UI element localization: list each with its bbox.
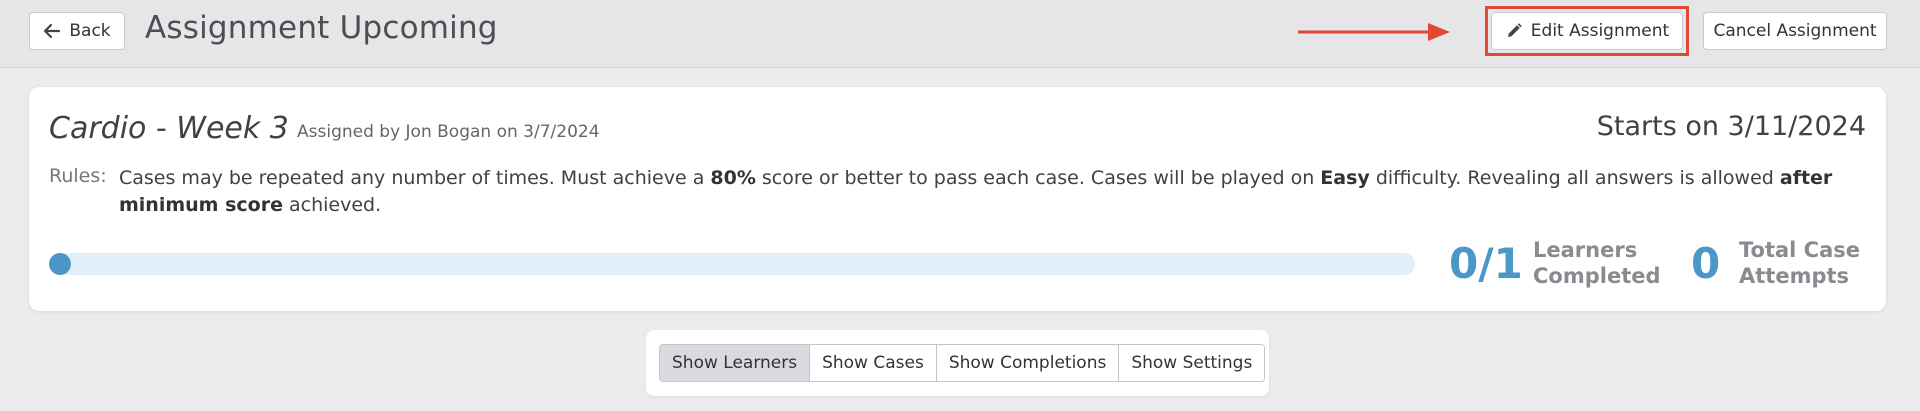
learners-label-line: Learners bbox=[1533, 238, 1638, 262]
page-title: Assignment Upcoming bbox=[145, 10, 498, 46]
arrow-left-icon bbox=[44, 23, 61, 39]
progress-indicator bbox=[49, 253, 71, 275]
attempts-label-line: Attempts bbox=[1739, 264, 1850, 288]
rules-text: Cases may be repeated any number of time… bbox=[119, 165, 1859, 219]
back-button-label: Back bbox=[69, 21, 111, 41]
completion-progress-bar bbox=[49, 253, 1415, 275]
rules-emphasis: 80% bbox=[710, 167, 756, 189]
start-date: Starts on 3/11/2024 bbox=[1596, 111, 1866, 142]
annotation-arrow-icon bbox=[1298, 23, 1450, 41]
view-toggle-panel: Show Learners Show Cases Show Completion… bbox=[646, 330, 1269, 396]
edit-assignment-label: Edit Assignment bbox=[1530, 21, 1670, 41]
top-bar: Back Assignment Upcoming Edit Assignment… bbox=[0, 0, 1920, 68]
view-toggle-group: Show Learners Show Cases Show Completion… bbox=[659, 344, 1266, 382]
pencil-icon bbox=[1507, 23, 1522, 37]
tab-show-learners[interactable]: Show Learners bbox=[660, 345, 811, 381]
rules-part: difficulty. Revealing all answers is all… bbox=[1369, 167, 1780, 189]
back-button[interactable]: Back bbox=[29, 12, 125, 50]
total-attempts-count: 0 bbox=[1691, 239, 1721, 288]
tab-show-cases[interactable]: Show Cases bbox=[810, 345, 937, 381]
assignment-card: Cardio - Week 3 Assigned by Jon Bogan on… bbox=[29, 87, 1886, 311]
rules-part: Cases may be repeated any number of time… bbox=[119, 167, 711, 189]
learners-label-line: Completed bbox=[1533, 264, 1661, 288]
edit-assignment-button[interactable]: Edit Assignment bbox=[1491, 12, 1683, 50]
rules-part: score or better to pass each case. Cases… bbox=[755, 167, 1321, 189]
assigned-by-text: Assigned by Jon Bogan on 3/7/2024 bbox=[297, 122, 600, 142]
cancel-assignment-button[interactable]: Cancel Assignment bbox=[1703, 12, 1887, 50]
learners-completed-count: 0/1 bbox=[1449, 239, 1523, 288]
tab-show-completions[interactable]: Show Completions bbox=[936, 345, 1120, 381]
total-attempts-label: Total Case Attempts bbox=[1739, 237, 1860, 289]
learners-completed-label: Learners Completed bbox=[1533, 237, 1661, 289]
rules-emphasis: Easy bbox=[1320, 167, 1370, 189]
rules-part: achieved. bbox=[282, 194, 382, 216]
rules-label: Rules: bbox=[49, 165, 107, 187]
attempts-label-line: Total Case bbox=[1739, 238, 1861, 262]
assignment-name: Cardio - Week 3 bbox=[49, 111, 289, 146]
tab-show-settings[interactable]: Show Settings bbox=[1119, 345, 1265, 381]
cancel-assignment-label: Cancel Assignment bbox=[1713, 21, 1877, 41]
